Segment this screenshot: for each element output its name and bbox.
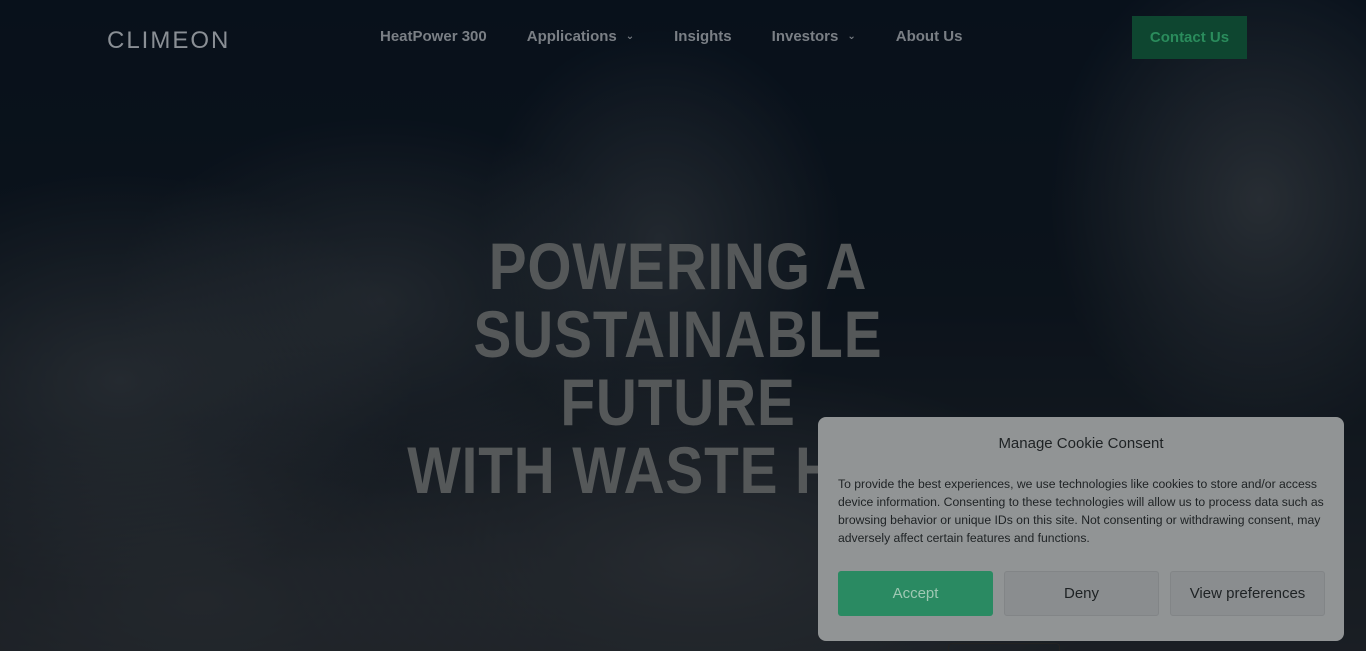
nav-about-label: About Us — [895, 28, 963, 45]
headline-line-2: SUSTAINABLE FUTURE — [473, 297, 883, 439]
chevron-down-icon: ⌄ — [847, 31, 856, 42]
view-preferences-button[interactable]: View preferences — [1170, 571, 1325, 616]
nav-applications-label: Applications — [526, 28, 617, 45]
nav-about[interactable]: About Us — [896, 28, 963, 45]
cookie-description: To provide the best experiences, we use … — [838, 477, 1324, 545]
nav-applications[interactable]: Applications ⌄ — [527, 28, 634, 45]
chevron-down-icon: ⌄ — [625, 31, 635, 42]
deny-button[interactable]: Deny — [1004, 571, 1159, 616]
nav-heatpower[interactable]: HeatPower 300 — [380, 28, 487, 45]
cookie-title: Manage Cookie Consent — [998, 435, 1164, 452]
nav-heatpower-label: HeatPower 300 — [380, 28, 487, 45]
nav-insights-label: Insights — [674, 28, 732, 45]
nav-investors[interactable]: Investors ⌄ — [772, 28, 856, 45]
bottom-widget — [948, 643, 1060, 651]
nav-insights[interactable]: Insights — [674, 28, 732, 45]
climeon-logo[interactable]: CLIMEON — [107, 27, 230, 55]
accept-button[interactable]: Accept — [838, 571, 993, 616]
nav-investors-label: Investors — [771, 28, 839, 45]
main-nav: HeatPower 300 Applications ⌄ Insights In… — [380, 28, 962, 45]
headline-line-1: POWERING A — [488, 229, 868, 303]
cookie-consent-dialog: Manage Cookie Consent To provide the bes… — [818, 417, 1344, 641]
contact-us-button[interactable]: Contact Us — [1132, 16, 1247, 59]
cookie-buttons: Accept Deny View preferences — [838, 571, 1325, 616]
site-header: CLIMEON HeatPower 300 Applications ⌄ Ins… — [0, 0, 1366, 76]
